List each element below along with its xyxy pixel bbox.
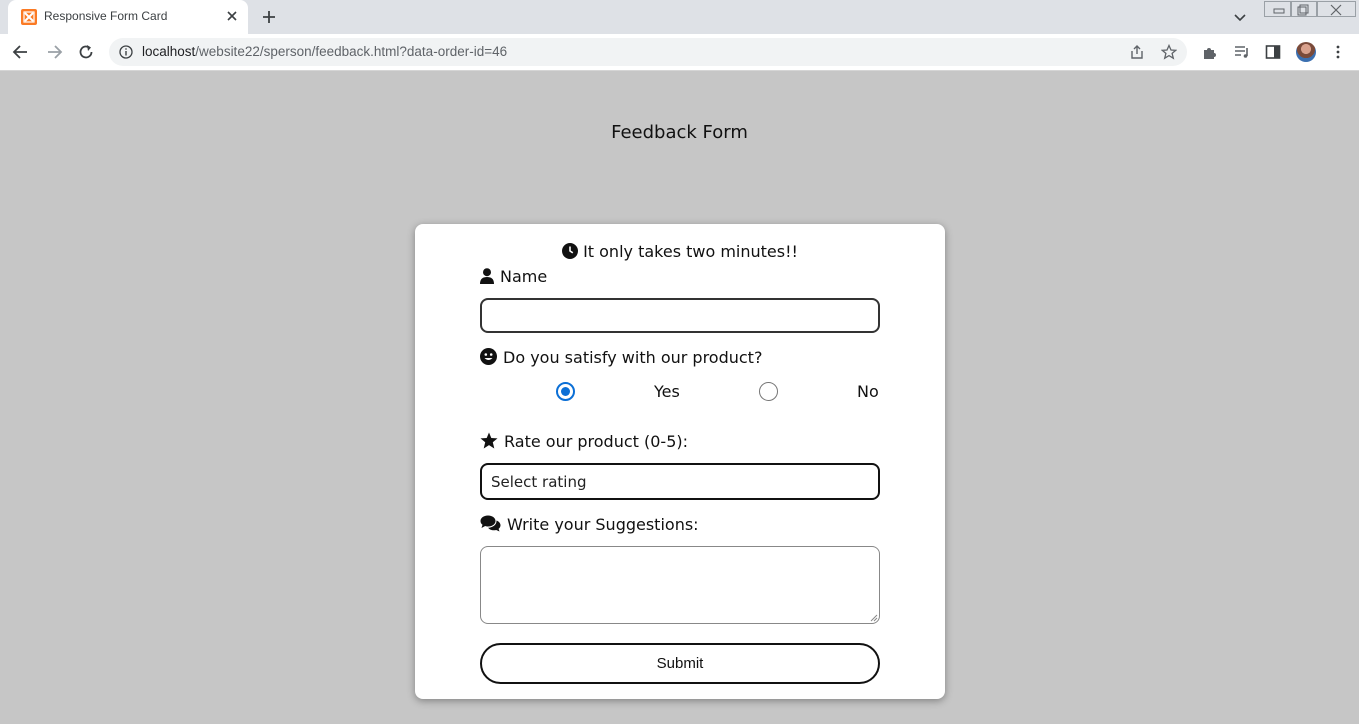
forward-arrow-icon[interactable] [44, 42, 64, 62]
rate-label: Rate our product (0-5): [480, 432, 688, 451]
reload-icon[interactable] [76, 42, 96, 62]
site-info-icon[interactable] [119, 45, 133, 59]
extensions-puzzle-icon[interactable] [1202, 44, 1218, 60]
smile-icon [480, 348, 497, 365]
resize-grip-icon[interactable] [870, 614, 878, 622]
more-menu-icon[interactable] [1330, 44, 1346, 60]
close-window-icon [1330, 4, 1342, 16]
form-subtitle: It only takes two minutes!! [415, 242, 945, 261]
suggestions-label-text: Write your Suggestions: [507, 515, 699, 534]
page-title: Feedback Form [611, 122, 748, 143]
rate-label-text: Rate our product (0-5): [504, 432, 688, 451]
no-radio-label[interactable]: No [857, 382, 879, 401]
address-bar[interactable]: localhost/website22/sperson/feedback.htm… [109, 38, 1187, 66]
xampp-favicon-icon [21, 9, 37, 25]
browser-tab[interactable]: Responsive Form Card [8, 0, 248, 34]
yes-radio-label[interactable]: Yes [654, 382, 680, 401]
close-tab-icon[interactable] [225, 9, 239, 23]
no-radio[interactable] [759, 382, 778, 401]
yes-radio[interactable] [556, 382, 575, 401]
comments-icon [480, 515, 501, 532]
new-tab-icon[interactable] [261, 9, 277, 25]
minimize-button[interactable] [1264, 1, 1292, 17]
close-window-button[interactable] [1316, 1, 1356, 17]
url-text: localhost/website22/sperson/feedback.htm… [142, 44, 507, 59]
suggestions-label: Write your Suggestions: [480, 515, 699, 534]
submit-button[interactable]: Submit [480, 643, 880, 684]
url-host: localhost [142, 44, 196, 59]
clock-icon [562, 243, 579, 259]
browser-toolbar: localhost/website22/sperson/feedback.htm… [0, 34, 1359, 71]
name-input[interactable] [480, 298, 880, 333]
share-icon[interactable] [1129, 44, 1145, 60]
restore-icon [1297, 4, 1309, 16]
reading-list-icon[interactable] [1234, 44, 1250, 60]
restore-button[interactable] [1290, 1, 1318, 17]
satisfy-label: Do you satisfy with our product? [480, 348, 762, 367]
user-icon [480, 268, 494, 284]
star-icon [480, 432, 498, 449]
satisfy-label-text: Do you satisfy with our product? [503, 348, 763, 367]
feedback-form-card: It only takes two minutes!! Name Do you … [415, 224, 945, 699]
url-path: /website22/sperson/feedback.html?data-or… [195, 44, 508, 59]
browser-tab-strip: Responsive Form Card [0, 0, 1359, 34]
suggestions-textarea[interactable] [480, 546, 880, 624]
subtitle-text: It only takes two minutes!! [583, 242, 798, 261]
tab-title: Responsive Form Card [44, 9, 168, 23]
name-label: Name [480, 267, 547, 286]
tab-search-chevron-icon[interactable] [1233, 10, 1247, 24]
bookmark-star-icon[interactable] [1161, 44, 1177, 60]
minimize-icon [1273, 8, 1285, 14]
profile-avatar[interactable] [1296, 42, 1316, 62]
back-arrow-icon[interactable] [11, 42, 31, 62]
side-panel-icon[interactable] [1265, 44, 1281, 60]
rating-select[interactable]: Select rating [480, 463, 880, 500]
name-label-text: Name [500, 267, 548, 286]
